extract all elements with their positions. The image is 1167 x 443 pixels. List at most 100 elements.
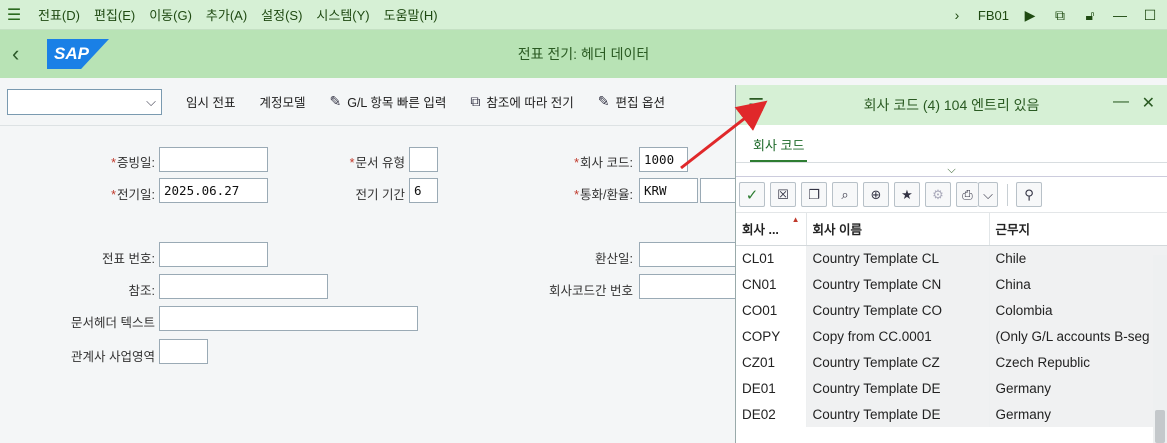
- post-with-reference-label: 참조에 따라 전기: [486, 96, 574, 110]
- city-cell: Germany: [989, 401, 1167, 427]
- tab-company-code[interactable]: 회사 코드: [750, 135, 808, 162]
- company-code-cell: CN01: [736, 271, 807, 297]
- pin-icon[interactable]: ⚲: [1016, 182, 1042, 207]
- table-row[interactable]: CZ01 Country Template CZ Czech Republic: [736, 349, 1167, 375]
- cancel-icon[interactable]: ☒: [770, 182, 796, 207]
- table-row[interactable]: CL01 Country Template CL Chile: [736, 245, 1167, 271]
- table-row[interactable]: DE01 Country Template DE Germany: [736, 375, 1167, 401]
- chevron-down-icon: ⌵: [146, 93, 156, 109]
- doc-number-field[interactable]: [159, 242, 268, 267]
- city-cell: (Only G/L accounts B-seg: [989, 323, 1167, 349]
- translation-date-field[interactable]: [639, 242, 735, 267]
- minimize-icon[interactable]: —: [1113, 93, 1129, 111]
- print-dropdown-icon[interactable]: ⌵: [978, 182, 998, 207]
- minimize-icon[interactable]: —: [1111, 7, 1129, 23]
- company-code-cell: CO01: [736, 297, 807, 323]
- doc-number-label: 전표 번호:: [102, 252, 155, 266]
- variant-dropdown[interactable]: ⌵: [7, 88, 162, 115]
- settings-icon[interactable]: ⚙: [925, 182, 951, 207]
- column-header-city[interactable]: 근무지: [989, 213, 1167, 246]
- company-name-cell: Country Template CZ: [806, 349, 990, 375]
- company-code-field[interactable]: 1000: [639, 147, 688, 172]
- sap-logo: SAP: [47, 39, 109, 69]
- intercompany-field[interactable]: [639, 274, 735, 299]
- account-model-label: 계정모델: [259, 96, 306, 110]
- menu-item-extras[interactable]: 추가(A): [206, 5, 247, 24]
- scrollbar-thumb[interactable]: [1155, 410, 1165, 443]
- menu-item-goto[interactable]: 이동(G): [149, 5, 192, 24]
- partner-ba-field[interactable]: [159, 339, 208, 364]
- post-with-reference-button[interactable]: ⧉ 참조에 따라 전기: [470, 92, 573, 111]
- reference-field[interactable]: [159, 274, 328, 299]
- maximize-icon[interactable]: ☐: [1141, 7, 1159, 24]
- menu-item-document[interactable]: 전표(D): [38, 5, 80, 24]
- page-title: 전표 전기: 헤더 데이터: [517, 46, 650, 62]
- company-code-table: 회사 ... ▲ 회사 이름 근무지 CL01 Country Template …: [736, 213, 1167, 427]
- copy-icon: ⧉: [470, 93, 481, 109]
- company-code-cell: COPY: [736, 323, 807, 349]
- menu-item-settings[interactable]: 설정(S): [261, 5, 302, 24]
- company-code-label: *회사 코드:: [574, 156, 633, 170]
- account-model-button[interactable]: 계정모델: [259, 92, 305, 111]
- favorite-add-icon[interactable]: ★: [894, 182, 920, 207]
- pencil-icon: ✎: [597, 93, 610, 109]
- unlock-icon[interactable]: 🔓︎: [1081, 7, 1099, 24]
- doc-date-field[interactable]: [159, 147, 268, 172]
- title-bar: ‹ SAP 전표 전기: 헤더 데이터: [0, 30, 1167, 78]
- intercompany-label: 회사코드간 번호: [549, 284, 633, 298]
- park-document-button[interactable]: 임시 전표: [186, 92, 235, 111]
- table-row[interactable]: DE02 Country Template DE Germany: [736, 401, 1167, 427]
- back-icon[interactable]: ‹: [12, 41, 32, 67]
- header-form: *증빙일: *전기일: 2025.06.27 *문서 유형 전기 기간 6 *회…: [0, 126, 735, 443]
- confirm-icon[interactable]: ✓: [739, 182, 765, 207]
- fast-entry-icon: ✎: [329, 93, 342, 109]
- city-cell: China: [989, 271, 1167, 297]
- company-code-cell: DE01: [736, 375, 807, 401]
- search-next-icon[interactable]: ⊕: [863, 182, 889, 207]
- company-code-cell: CZ01: [736, 349, 807, 375]
- doc-type-label: *문서 유형: [349, 156, 405, 170]
- copy-icon[interactable]: ❐: [801, 182, 827, 207]
- period-field[interactable]: 6: [409, 178, 438, 203]
- company-name-cell: Country Template CO: [806, 297, 990, 323]
- company-name-cell: Copy from CC.0001: [806, 323, 990, 349]
- table-row[interactable]: CO01 Country Template CO Colombia: [736, 297, 1167, 323]
- menu-bar: ☰ 전표(D) 편집(E) 이동(G) 추가(A) 설정(S) 시스템(Y) 도…: [0, 0, 1167, 30]
- layout-icon[interactable]: ⧉: [1051, 7, 1069, 24]
- menu-icon[interactable]: ☰: [4, 5, 24, 25]
- company-name-cell: Country Template DE: [806, 401, 990, 427]
- transaction-code: FB01: [977, 7, 1009, 23]
- table-row[interactable]: COPY Copy from CC.0001 (Only G/L account…: [736, 323, 1167, 349]
- city-cell: Germany: [989, 375, 1167, 401]
- fast-entry-button[interactable]: ✎ G/L 항목 빠른 입력: [330, 92, 447, 111]
- menu-item-edit[interactable]: 편집(E): [94, 5, 135, 24]
- period-label: 전기 기간: [355, 188, 405, 202]
- partner-ba-label: 관계사 사업영역: [71, 350, 155, 364]
- column-header-code[interactable]: 회사 ... ▲: [736, 213, 807, 246]
- editing-options-button[interactable]: ✎ 편집 옵션: [598, 92, 665, 111]
- doc-type-field[interactable]: [409, 147, 438, 172]
- execute-icon[interactable]: ▶: [1021, 7, 1039, 24]
- post-date-field[interactable]: 2025.06.27: [159, 178, 268, 203]
- city-cell: Czech Republic: [989, 349, 1167, 375]
- column-header-name[interactable]: 회사 이름: [806, 213, 990, 246]
- close-icon[interactable]: ✕: [1142, 93, 1155, 113]
- table-row[interactable]: CN01 Country Template CN China: [736, 271, 1167, 297]
- currency-label: *통화/환율:: [574, 188, 633, 202]
- company-name-cell: Country Template CL: [806, 245, 990, 271]
- table-scrollbar[interactable]: [1153, 255, 1167, 443]
- menu-item-help[interactable]: 도움말(H): [384, 5, 438, 24]
- company-name-cell: Country Template CN: [806, 271, 990, 297]
- currency-field[interactable]: KRW: [639, 178, 698, 203]
- menu-item-system[interactable]: 시스템(Y): [316, 5, 369, 24]
- search-icon[interactable]: ⌕: [832, 182, 858, 207]
- collapse-chevron-icon[interactable]: ⌵: [736, 163, 1167, 177]
- popup-title: 회사 코드 (4) 104 엔트리 있음: [863, 97, 1040, 113]
- header-text-field[interactable]: [159, 306, 418, 331]
- print-icon[interactable]: ⎙: [956, 182, 978, 207]
- company-code-cell: CL01: [736, 245, 807, 271]
- reference-label: 참조:: [128, 284, 155, 298]
- city-cell: Colombia: [989, 297, 1167, 323]
- chevron-right-icon[interactable]: ›: [948, 7, 966, 23]
- exchange-rate-field[interactable]: [700, 178, 735, 203]
